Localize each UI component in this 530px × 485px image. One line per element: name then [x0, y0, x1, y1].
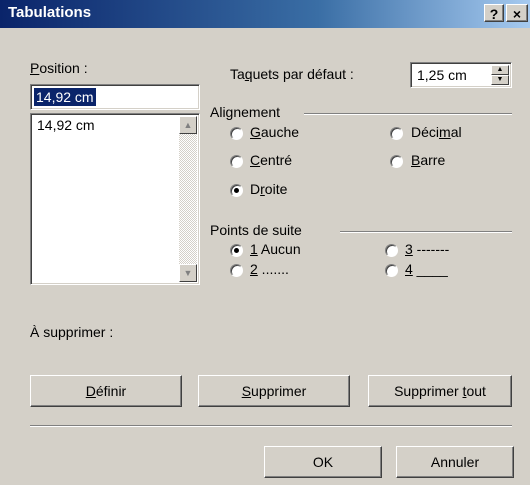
help-icon: ? [489, 6, 499, 22]
radio-gauche-mnemonic: G [250, 124, 261, 140]
clear-all-button-pre: Supprimer [394, 383, 463, 399]
ok-button[interactable]: OK [264, 446, 382, 478]
close-icon: × [512, 6, 522, 22]
tabs-dialog: Tabulations ? × Position : 14,92 cm 14,9… [0, 0, 530, 485]
radio-decimal-post: al [450, 124, 462, 140]
radio-leader-2-mnemonic: 2 [250, 261, 258, 277]
arrow-up-icon: ▲ [496, 66, 504, 73]
radio-gauche-indicator[interactable] [230, 127, 243, 140]
position-input-value: 14,92 cm [34, 88, 96, 106]
arrow-down-icon: ▼ [496, 76, 504, 83]
list-scrollbar[interactable]: ▲ ▼ [179, 116, 197, 282]
cancel-button[interactable]: Annuler [396, 446, 514, 478]
position-label-rest: osition : [39, 60, 88, 76]
leaders-divider [340, 231, 512, 233]
radio-barre-indicator[interactable] [390, 155, 403, 168]
scroll-down-button[interactable]: ▼ [179, 264, 197, 282]
radio-decimal-pre: Déci [411, 124, 440, 140]
radio-droite-pre: D [250, 181, 261, 197]
arrow-up-icon: ▲ [183, 120, 193, 130]
radio-leader-4-indicator[interactable] [385, 264, 398, 277]
leaders-group-label: Points de suite [210, 222, 302, 238]
radio-gauche-post: auche [260, 124, 300, 140]
radio-leader-1-indicator[interactable] [230, 244, 243, 257]
close-button[interactable]: × [506, 4, 528, 22]
alignment-group-label: Alignement [210, 104, 281, 120]
title-bar: Tabulations ? × [0, 0, 530, 28]
radio-leader-1-label[interactable]: 1 Aucun [250, 241, 301, 257]
radio-leader-2-post: ....... [257, 261, 289, 277]
radio-leader-2-label[interactable]: 2 ....... [250, 261, 289, 277]
arrow-down-icon: ▼ [183, 268, 193, 278]
footer-divider [30, 425, 512, 427]
clear-button[interactable]: Supprimer [198, 375, 350, 407]
radio-leader-3-label[interactable]: 3 ------- [405, 241, 449, 257]
radio-leader-3-mnemonic: 3 [405, 241, 413, 257]
radio-leader-1-post: Aucun [257, 241, 301, 257]
radio-leader-3-post: ------- [412, 241, 450, 257]
clear-all-button-post: out [466, 383, 486, 399]
cancel-button-label: Annuler [430, 454, 480, 470]
radio-decimal-mnemonic: m [439, 124, 451, 140]
scroll-up-button[interactable]: ▲ [179, 116, 197, 134]
radio-leader-3-indicator[interactable] [385, 244, 398, 257]
default-tabs-label-pre: Ta [230, 66, 245, 82]
spin-down-button[interactable]: ▼ [491, 75, 509, 85]
default-tabs-label-mnemonic: q [244, 66, 253, 82]
radio-gauche-label[interactable]: Gauche [250, 124, 299, 140]
clear-button-mnemonic: S [241, 383, 252, 399]
default-tabs-label: Taquets par défaut : [230, 66, 354, 82]
radio-centre-post: entré [260, 152, 293, 168]
radio-barre-post: arre [420, 152, 446, 168]
to-delete-label: À supprimer : [30, 324, 114, 340]
radio-barre-mnemonic: B [411, 152, 421, 168]
clear-all-button[interactable]: Supprimer tout [368, 375, 512, 407]
radio-droite-label[interactable]: Droite [250, 181, 287, 197]
alignment-divider [304, 113, 512, 115]
position-input[interactable]: 14,92 cm [30, 84, 200, 110]
position-list[interactable]: 14,92 cm ▲ ▼ [30, 113, 200, 285]
radio-leader-4-mnemonic: 4 [405, 261, 413, 277]
help-button[interactable]: ? [484, 4, 504, 22]
set-button[interactable]: Définir [30, 375, 182, 407]
radio-decimal-indicator[interactable] [390, 127, 403, 140]
dialog-title: Tabulations [8, 4, 92, 21]
ok-button-label: OK [312, 454, 334, 470]
radio-leader-1-mnemonic: 1 [250, 241, 258, 257]
clear-button-rest: upprimer [251, 383, 307, 399]
set-button-rest: éfinir [95, 383, 127, 399]
radio-leader-2-indicator[interactable] [230, 264, 243, 277]
radio-leader-4-label[interactable]: 4 ____ [405, 261, 448, 277]
radio-droite-post: oite [264, 181, 288, 197]
radio-centre-label[interactable]: Centré [250, 152, 292, 168]
radio-leader-4-post: ____ [412, 261, 448, 277]
position-label-mnemonic: P [30, 60, 40, 76]
spin-up-button[interactable]: ▲ [491, 65, 509, 75]
radio-barre-label[interactable]: Barre [411, 152, 445, 168]
radio-centre-mnemonic: C [250, 152, 261, 168]
radio-droite-indicator[interactable] [230, 184, 243, 197]
radio-decimal-label[interactable]: Décimal [411, 124, 462, 140]
default-tabs-value: 1,25 cm [417, 67, 467, 83]
list-item[interactable]: 14,92 cm [37, 117, 95, 133]
set-button-mnemonic: D [85, 383, 96, 399]
default-tabs-spinner[interactable]: 1,25 cm ▲ ▼ [410, 62, 512, 88]
default-tabs-label-post: uets par défaut : [252, 66, 354, 82]
radio-centre-indicator[interactable] [230, 155, 243, 168]
position-label: Position : [30, 60, 88, 76]
